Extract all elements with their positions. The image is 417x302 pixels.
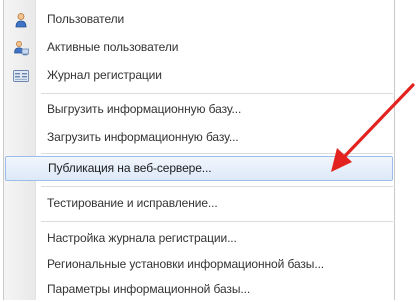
menu-item-label: Тестирование и исправление... <box>47 196 218 210</box>
menu-item-regional-settings[interactable]: Региональные установки информационной ба… <box>4 252 394 277</box>
menu-item-label: Параметры информационной базы... <box>47 282 251 296</box>
menu-item-web-publish[interactable]: Публикация на веб-сервере... <box>5 156 393 181</box>
menu-item-test-and-repair[interactable]: Тестирование и исправление... <box>4 191 394 216</box>
menu-item-label: Публикация на веб-сервере... <box>48 161 212 175</box>
event-log-icon <box>13 68 29 84</box>
user-icon <box>13 12 29 28</box>
menu-separator <box>41 153 393 154</box>
menu-item-event-log[interactable]: Журнал регистрации <box>4 63 394 88</box>
menu-item-label: Настройка журнала регистрации... <box>47 231 237 245</box>
menu-item-event-log-settings[interactable]: Настройка журнала регистрации... <box>4 226 394 251</box>
menu-separator <box>41 221 393 222</box>
menu-item-label: Региональные установки информационной ба… <box>47 257 325 271</box>
menu-separator <box>41 186 393 187</box>
menu-item-users[interactable]: Пользователи <box>4 7 394 32</box>
menu-separator <box>41 93 393 94</box>
menu-item-active-users[interactable]: Активные пользователи <box>4 35 394 60</box>
menu-item-label: Загрузить информационную базу... <box>47 130 239 144</box>
menu-item-label: Пользователи <box>47 12 125 26</box>
menu-item-label: Активные пользователи <box>47 40 179 54</box>
active-users-icon <box>13 40 29 56</box>
context-menu: Пользователи Активные пользователи Журна… <box>3 0 395 300</box>
menu-item-load-infobase[interactable]: Загрузить информационную базу... <box>4 125 394 150</box>
menu-item-label: Выгрузить информационную базу... <box>47 102 242 116</box>
menu-item-label: Журнал регистрации <box>47 68 162 82</box>
menu-item-dump-infobase[interactable]: Выгрузить информационную базу... <box>4 97 394 122</box>
menu-item-infobase-parameters[interactable]: Параметры информационной базы... <box>4 277 394 302</box>
